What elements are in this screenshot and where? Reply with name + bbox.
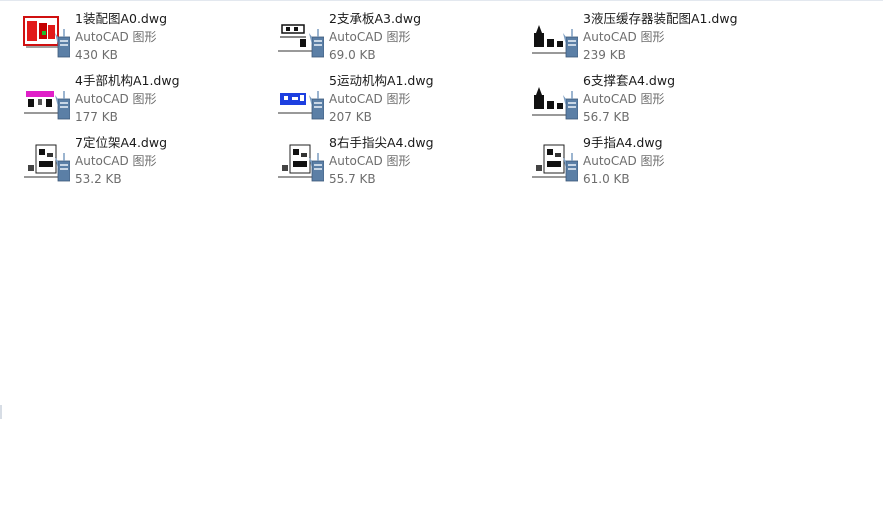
dwg-thumbnail [530, 73, 578, 121]
dwg-thumbnail [530, 11, 578, 59]
file-type: AutoCAD 图形 [329, 92, 411, 106]
dwg-file-icon [24, 91, 70, 120]
file-name: 8右手指尖A4.dwg [329, 135, 434, 150]
dwg-file-icon [278, 24, 324, 58]
file-item[interactable]: 7定位架A4.dwg AutoCAD 图形 53.2 KB [22, 133, 276, 195]
file-size: 55.7 KB [329, 172, 376, 186]
file-name: 2支承板A3.dwg [329, 11, 422, 26]
file-type: AutoCAD 图形 [583, 92, 665, 106]
pane-edge-marker [0, 405, 2, 419]
dwg-file-icon [532, 144, 578, 182]
file-size: 430 KB [75, 48, 118, 62]
file-type: AutoCAD 图形 [583, 154, 665, 168]
file-name: 1装配图A0.dwg [75, 11, 168, 26]
file-size: 177 KB [75, 110, 118, 124]
file-name: 3液压缓存器装配图A1.dwg [583, 11, 738, 26]
file-type: AutoCAD 图形 [329, 154, 411, 168]
dwg-file-icon [532, 25, 578, 58]
dwg-file-icon [23, 16, 70, 58]
dwg-thumbnail [22, 73, 70, 121]
file-item[interactable]: 2支承板A3.dwg AutoCAD 图形 69.0 KB [276, 9, 530, 71]
file-size: 61.0 KB [583, 172, 630, 186]
autocad-badge-icon [309, 91, 324, 120]
file-item[interactable]: 6支撑套A4.dwg AutoCAD 图形 56.7 KB [530, 71, 784, 133]
file-item[interactable]: 3液压缓存器装配图A1.dwg AutoCAD 图形 239 KB [530, 9, 784, 71]
autocad-badge-icon [55, 91, 70, 120]
file-type: AutoCAD 图形 [75, 30, 157, 44]
file-size: 56.7 KB [583, 110, 630, 124]
file-item[interactable]: 5运动机构A1.dwg AutoCAD 图形 207 KB [276, 71, 530, 133]
file-size: 239 KB [583, 48, 626, 62]
file-type: AutoCAD 图形 [75, 92, 157, 106]
file-view-pane: 1装配图A0.dwg AutoCAD 图形 430 KB 2支承板A3.dwg … [0, 0, 883, 530]
file-size: 53.2 KB [75, 172, 122, 186]
autocad-badge-icon [309, 29, 324, 58]
file-name: 9手指A4.dwg [583, 135, 663, 150]
dwg-file-icon [278, 91, 324, 120]
file-size: 207 KB [329, 110, 372, 124]
dwg-thumbnail [530, 135, 578, 183]
dwg-thumbnail [276, 11, 324, 59]
file-type: AutoCAD 图形 [75, 154, 157, 168]
file-grid: 1装配图A0.dwg AutoCAD 图形 430 KB 2支承板A3.dwg … [22, 9, 784, 195]
file-item[interactable]: 1装配图A0.dwg AutoCAD 图形 430 KB [22, 9, 276, 71]
dwg-file-icon [532, 87, 578, 120]
file-type: AutoCAD 图形 [329, 30, 411, 44]
file-type: AutoCAD 图形 [583, 30, 665, 44]
file-name: 5运动机构A1.dwg [329, 73, 434, 88]
file-size: 69.0 KB [329, 48, 376, 62]
file-item[interactable]: 8右手指尖A4.dwg AutoCAD 图形 55.7 KB [276, 133, 530, 195]
file-name: 4手部机构A1.dwg [75, 73, 180, 88]
file-item[interactable]: 4手部机构A1.dwg AutoCAD 图形 177 KB [22, 71, 276, 133]
dwg-thumbnail [22, 11, 70, 59]
dwg-file-icon [24, 144, 70, 182]
file-item[interactable]: 9手指A4.dwg AutoCAD 图形 61.0 KB [530, 133, 784, 195]
dwg-thumbnail [276, 73, 324, 121]
file-name: 6支撑套A4.dwg [583, 73, 676, 88]
dwg-thumbnail [276, 135, 324, 183]
dwg-thumbnail [22, 135, 70, 183]
file-name: 7定位架A4.dwg [75, 135, 168, 150]
dwg-file-icon [278, 144, 324, 182]
